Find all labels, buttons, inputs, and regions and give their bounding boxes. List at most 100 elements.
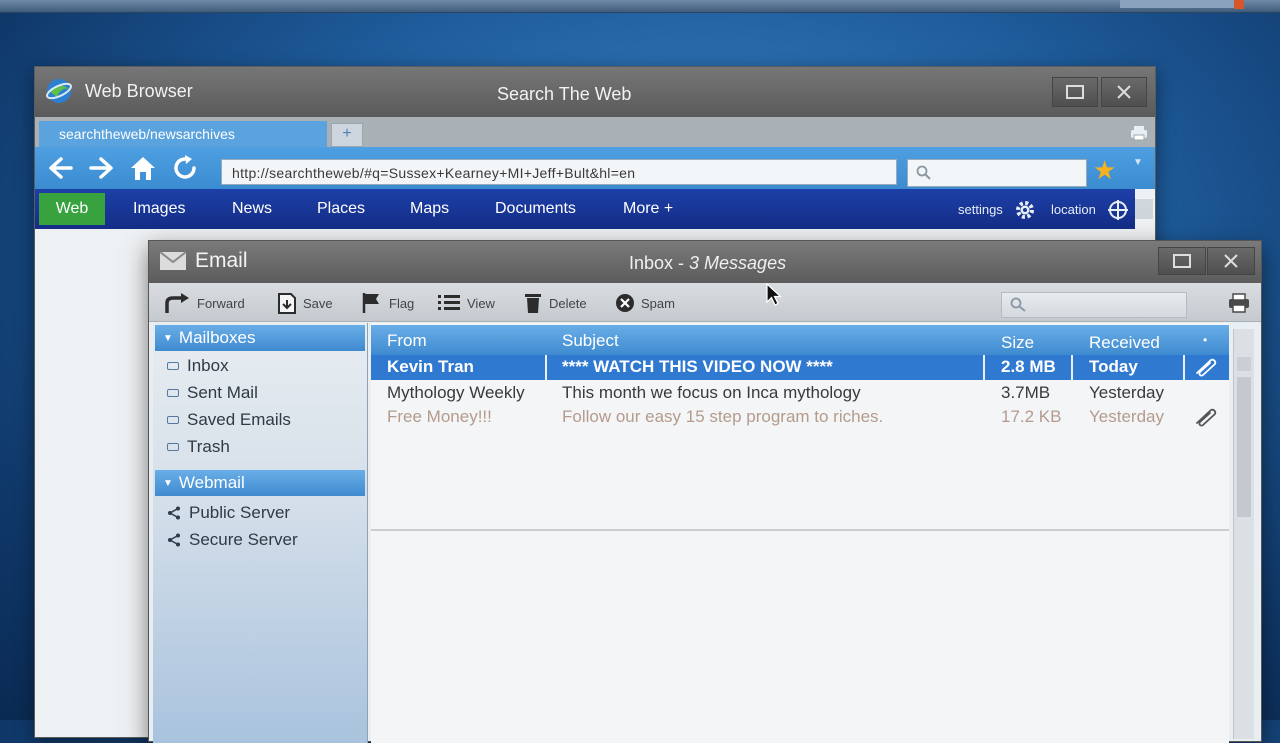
link-maps[interactable]: Maps bbox=[410, 200, 449, 218]
browser-app-name: Web Browser bbox=[85, 81, 193, 101]
dropdown-caret-icon[interactable]: ▼ bbox=[1133, 157, 1143, 168]
share-icon bbox=[168, 506, 180, 520]
tray-app-icon[interactable] bbox=[1234, 0, 1244, 9]
sidebar-item-secure-server[interactable]: Secure Server bbox=[167, 530, 298, 550]
location-link[interactable]: location bbox=[1051, 202, 1096, 217]
address-bar[interactable]: http://searchtheweb/#q=Sussex+Kearney+MI… bbox=[221, 159, 897, 185]
webmail-header[interactable]: ▼ Webmail bbox=[155, 470, 365, 496]
crosshair-icon[interactable] bbox=[1107, 199, 1129, 221]
close-icon bbox=[1117, 85, 1131, 99]
column-received[interactable]: Received bbox=[1089, 333, 1160, 353]
link-web[interactable]: Web bbox=[39, 193, 105, 225]
delete-button[interactable]: Delete bbox=[523, 291, 587, 315]
save-button[interactable]: Save bbox=[277, 291, 333, 315]
message-list-scrollbar[interactable] bbox=[1233, 329, 1254, 739]
paperclip-icon bbox=[1196, 358, 1217, 377]
search-category-bar: Web Images News Places Maps Documents Mo… bbox=[35, 189, 1135, 229]
browser-tab-strip: searchtheweb/newsarchives + bbox=[35, 117, 1155, 147]
mailbox-icon bbox=[167, 443, 179, 451]
column-size[interactable]: Size bbox=[1001, 333, 1034, 353]
link-documents[interactable]: Documents bbox=[495, 200, 576, 218]
email-maximize-button[interactable] bbox=[1158, 247, 1206, 275]
refresh-icon[interactable] bbox=[169, 153, 201, 183]
list-view-icon bbox=[438, 295, 460, 310]
message-from: Mythology Weekly bbox=[387, 383, 525, 402]
link-news[interactable]: News bbox=[232, 200, 272, 218]
mailbox-icon bbox=[167, 389, 179, 397]
search-icon bbox=[916, 165, 931, 180]
forward-button[interactable]: Forward bbox=[163, 291, 245, 315]
column-subject[interactable]: Subject bbox=[562, 331, 619, 351]
maximize-icon bbox=[1066, 85, 1084, 99]
message-from: Free Money!!! bbox=[387, 407, 492, 426]
browser-tab[interactable]: searchtheweb/newsarchives bbox=[39, 121, 327, 147]
print-icon[interactable] bbox=[1227, 293, 1251, 313]
email-search-input[interactable] bbox=[1001, 292, 1187, 318]
browser-search-input[interactable] bbox=[907, 159, 1087, 187]
mailbox-sidebar: ▼ Mailboxes Inbox Sent Mail Saved Emails … bbox=[153, 323, 368, 743]
message-subject: **** WATCH THIS VIDEO NOW **** bbox=[562, 357, 833, 376]
save-icon bbox=[278, 293, 296, 314]
collapse-triangle-icon: ▼ bbox=[163, 333, 173, 344]
browser-close-button[interactable] bbox=[1101, 77, 1147, 107]
sidebar-item-trash[interactable]: Trash bbox=[167, 437, 230, 457]
spam-x-icon bbox=[616, 294, 634, 312]
forward-arrow-icon bbox=[165, 293, 189, 313]
maximize-icon bbox=[1173, 254, 1191, 268]
new-tab-button[interactable]: + bbox=[331, 123, 363, 147]
close-icon bbox=[1224, 254, 1238, 268]
email-toolbar: Forward Save Flag View Delete Spam bbox=[149, 283, 1261, 322]
message-size: 17.2 KB bbox=[1001, 407, 1062, 426]
sidebar-item-inbox[interactable]: Inbox bbox=[167, 356, 229, 376]
column-attachment[interactable]: • bbox=[1203, 333, 1207, 347]
browser-maximize-button[interactable] bbox=[1052, 77, 1098, 107]
search-icon bbox=[1010, 297, 1026, 312]
message-from: Kevin Tran bbox=[387, 357, 474, 376]
browser-scrollbar[interactable] bbox=[1135, 199, 1153, 219]
share-icon bbox=[168, 533, 180, 547]
message-received: Today bbox=[1089, 357, 1138, 376]
trash-icon bbox=[525, 294, 541, 313]
browser-title-bar[interactable]: Web Browser Search The Web bbox=[35, 67, 1155, 117]
sidebar-item-public-server[interactable]: Public Server bbox=[167, 503, 290, 523]
flag-icon bbox=[362, 293, 379, 313]
scrollbar-thumb[interactable] bbox=[1237, 377, 1251, 517]
mailbox-icon bbox=[167, 416, 179, 424]
back-arrow-icon[interactable] bbox=[45, 153, 77, 183]
preview-divider[interactable] bbox=[371, 529, 1229, 531]
link-images[interactable]: Images bbox=[133, 200, 185, 218]
message-list: From Subject Size Received • Kevin Tran … bbox=[371, 323, 1229, 743]
link-places[interactable]: Places bbox=[317, 200, 365, 218]
scroll-up-button[interactable] bbox=[1237, 357, 1251, 371]
link-more[interactable]: More + bbox=[623, 200, 673, 218]
flag-button[interactable]: Flag bbox=[361, 291, 414, 315]
sidebar-item-sent-mail[interactable]: Sent Mail bbox=[167, 383, 258, 403]
message-row[interactable]: Mythology Weekly This month we focus on … bbox=[371, 381, 1229, 406]
view-button[interactable]: View bbox=[437, 291, 495, 315]
collapse-triangle-icon: ▼ bbox=[163, 478, 173, 489]
settings-link[interactable]: settings bbox=[958, 202, 1003, 217]
home-icon[interactable] bbox=[127, 153, 159, 183]
message-row[interactable]: Kevin Tran **** WATCH THIS VIDEO NOW ***… bbox=[371, 355, 1229, 380]
email-close-button[interactable] bbox=[1207, 247, 1255, 275]
print-icon[interactable] bbox=[1129, 125, 1149, 141]
column-from[interactable]: From bbox=[387, 331, 427, 351]
message-row[interactable]: Free Money!!! Follow our easy 15 step pr… bbox=[371, 405, 1229, 430]
bookmark-star-icon[interactable]: ★ bbox=[1093, 157, 1116, 183]
paperclip-icon bbox=[1196, 408, 1217, 427]
sidebar-item-saved-emails[interactable]: Saved Emails bbox=[167, 410, 291, 430]
gear-icon[interactable] bbox=[1014, 199, 1036, 221]
mailbox-icon bbox=[167, 362, 179, 370]
spam-button[interactable]: Spam bbox=[615, 291, 675, 315]
browser-navigation-bar: http://searchtheweb/#q=Sussex+Kearney+MI… bbox=[35, 147, 1155, 189]
email-title-bar[interactable]: Email Inbox - 3 Messages bbox=[149, 241, 1261, 283]
forward-arrow-icon[interactable] bbox=[85, 153, 117, 183]
mouse-pointer-icon bbox=[766, 283, 782, 306]
envelope-icon bbox=[159, 251, 187, 270]
desktop-menu-bar bbox=[0, 0, 1280, 13]
message-size: 3.7MB bbox=[1001, 383, 1051, 402]
message-received: Yesterday bbox=[1089, 383, 1164, 402]
message-subject: This month we focus on Inca mythology bbox=[562, 383, 861, 402]
message-size: 2.8 MB bbox=[1001, 357, 1056, 376]
mailboxes-header[interactable]: ▼ Mailboxes bbox=[155, 325, 365, 351]
